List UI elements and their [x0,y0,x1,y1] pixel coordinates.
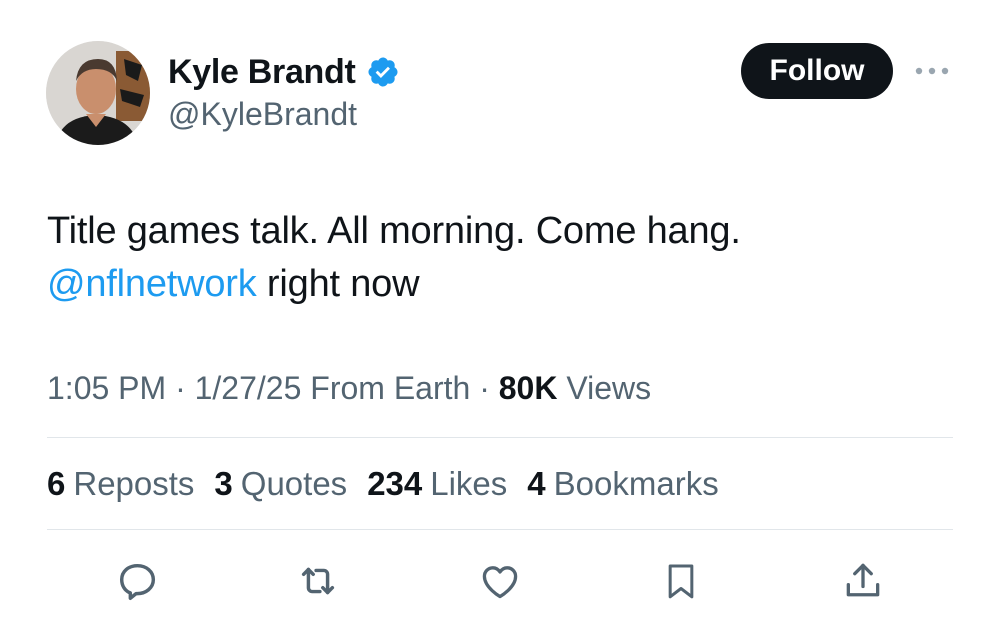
quotes-count: 3 [214,465,233,502]
bookmarks-stat[interactable]: 4 Bookmarks [527,464,718,504]
reposts-label: Reposts [73,465,195,502]
tweet-line-1: Title games talk. All morning. Come hang… [47,210,741,252]
reposts-count: 6 [47,465,66,502]
tweet-time[interactable]: 1:05 PM [47,370,166,406]
bookmarks-label: Bookmarks [553,465,719,502]
share-icon[interactable] [838,556,888,606]
quotes-label: Quotes [240,465,348,502]
verified-badge-icon [366,55,400,89]
views-count: 80K [498,370,558,406]
author-name-text[interactable]: Kyle Brandt [168,52,356,92]
reply-icon[interactable] [113,556,163,606]
meta-separator: · [470,370,499,406]
reposts-stat[interactable]: 6 Reposts [47,464,194,504]
tweet-line-2: @nflnetwork right now [47,258,947,311]
tweet-text: Title games talk. All morning. Come hang… [47,205,947,311]
avatar[interactable] [46,41,150,145]
quotes-stat[interactable]: 3 Quotes [214,464,347,504]
likes-count: 234 [367,465,423,502]
tweet-date[interactable]: 1/27/25 [195,370,302,406]
profile-photo [46,41,150,145]
bookmarks-count: 4 [527,465,546,502]
author-handle[interactable]: @KyleBrandt [168,96,357,132]
meta-separator: · [166,370,195,406]
retweet-icon[interactable] [293,556,343,606]
divider [47,437,953,438]
author-display-name[interactable]: Kyle Brandt [168,52,400,92]
likes-label: Likes [430,465,508,502]
tweet-source: From Earth [301,370,471,406]
follow-button[interactable]: Follow [741,43,893,99]
bookmark-icon[interactable] [656,556,706,606]
more-horizontal-icon[interactable] [912,56,952,86]
likes-stat[interactable]: 234 Likes [367,464,507,504]
engagement-stats: 6 Reposts 3 Quotes 234 Likes 4 Bookmarks [47,464,719,504]
action-bar [0,556,1000,606]
views-label: Views [557,370,652,406]
tweet-meta: 1:05 PM · 1/27/25 From Earth · 80K Views [47,368,651,408]
divider [47,529,953,530]
like-icon[interactable] [475,556,525,606]
tweet-line-2-text: right now [256,263,420,305]
mention-link[interactable]: @nflnetwork [47,263,257,305]
